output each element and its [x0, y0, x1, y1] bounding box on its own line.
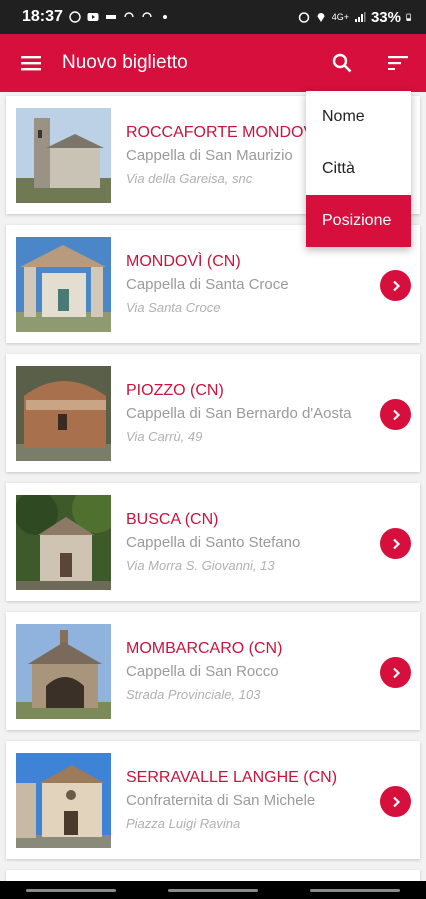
chapel-photo: [16, 624, 111, 719]
open-item-button[interactable]: [380, 657, 411, 688]
sort-option-name[interactable]: Nome: [306, 91, 411, 143]
signal-icon: [354, 12, 366, 22]
chevron-right-icon: [392, 796, 400, 807]
whatsapp-icon: [69, 11, 81, 23]
youtube-icon: [87, 13, 99, 21]
page-title: Nuovo biglietto: [62, 52, 188, 73]
list-item[interactable]: PIOZZO (CN) Cappella di San Bernardo d'A…: [6, 354, 420, 472]
search-button[interactable]: [320, 34, 364, 92]
item-address: Piazza Luigi Ravina: [126, 816, 241, 831]
alarm-icon: [298, 12, 309, 23]
item-place: MONDOVÌ (CN): [126, 253, 241, 270]
phone-notif-icon: [105, 15, 116, 19]
item-address: Via della Gareisa, snc: [126, 171, 253, 186]
item-place: BUSCA (CN): [126, 511, 219, 528]
list-item[interactable]: MOMBARCARO (CN) Cappella di San Rocco St…: [6, 612, 420, 730]
item-name: Cappella di Santa Croce: [126, 276, 289, 293]
system-icons: 4G+ 33%: [298, 9, 414, 26]
sort-button[interactable]: [376, 34, 420, 92]
chapel-photo: [16, 753, 111, 848]
app-bar: Nuovo biglietto: [0, 34, 426, 92]
chevron-right-icon: [392, 667, 400, 678]
sort-option-city[interactable]: Città: [306, 143, 411, 195]
list-item[interactable]: SERRAVALLE LANGHE (CN) Confraternita di …: [6, 741, 420, 859]
sync-icon: [124, 12, 134, 18]
item-address: Via Santa Croce: [126, 300, 221, 315]
list-item[interactable]: BUSCA (CN) Cappella di Santo Stefano Via…: [6, 483, 420, 601]
recents-handle[interactable]: [26, 888, 116, 892]
sort-icon: [388, 56, 408, 70]
chapel-photo: [16, 366, 111, 461]
chapel-photo: [16, 495, 111, 590]
home-handle[interactable]: [168, 888, 258, 892]
sort-option-position[interactable]: Posizione: [306, 195, 411, 247]
item-name: Cappella di San Rocco: [126, 663, 279, 680]
chevron-right-icon: [392, 409, 400, 420]
notification-icons: [69, 11, 171, 23]
status-time: 18:37: [22, 8, 63, 25]
item-address: Via Morra S. Giovanni, 13: [126, 558, 275, 573]
menu-button[interactable]: [0, 34, 62, 92]
open-item-button[interactable]: [380, 528, 411, 559]
location-icon: [317, 13, 325, 22]
open-item-button[interactable]: [380, 399, 411, 430]
status-bar: 18:37 4G+ 33%: [0, 0, 426, 34]
open-item-button[interactable]: [380, 786, 411, 817]
item-name: Cappella di San Bernardo d'Aosta: [126, 405, 352, 422]
system-nav-bar: [0, 881, 426, 899]
item-address: Strada Provinciale, 103: [126, 687, 261, 702]
item-address: Via Carrù, 49: [126, 429, 203, 444]
item-name: Confraternita di San Michele: [126, 792, 316, 809]
battery-level: 33%: [370, 8, 401, 26]
back-handle[interactable]: [310, 888, 400, 892]
item-name: Cappella di San Maurizio: [126, 147, 293, 164]
chapel-photo: [16, 237, 111, 332]
battery-icon: [406, 13, 411, 21]
menu-icon: [21, 56, 41, 71]
open-item-button[interactable]: [380, 270, 411, 301]
sort-menu: Nome Città Posizione: [306, 91, 411, 247]
item-name: Cappella di Santo Stefano: [126, 534, 301, 551]
search-icon: [332, 53, 352, 73]
item-place: PIOZZO (CN): [126, 382, 224, 399]
sync-icon: [142, 12, 152, 18]
item-place: MOMBARCARO (CN): [126, 640, 283, 657]
chapel-photo: [16, 108, 111, 203]
chevron-right-icon: [392, 538, 400, 549]
chevron-right-icon: [392, 280, 400, 291]
network-type: 4G+: [331, 12, 349, 22]
dot-icon: [162, 15, 167, 19]
item-place: SERRAVALLE LANGHE (CN): [126, 769, 338, 786]
